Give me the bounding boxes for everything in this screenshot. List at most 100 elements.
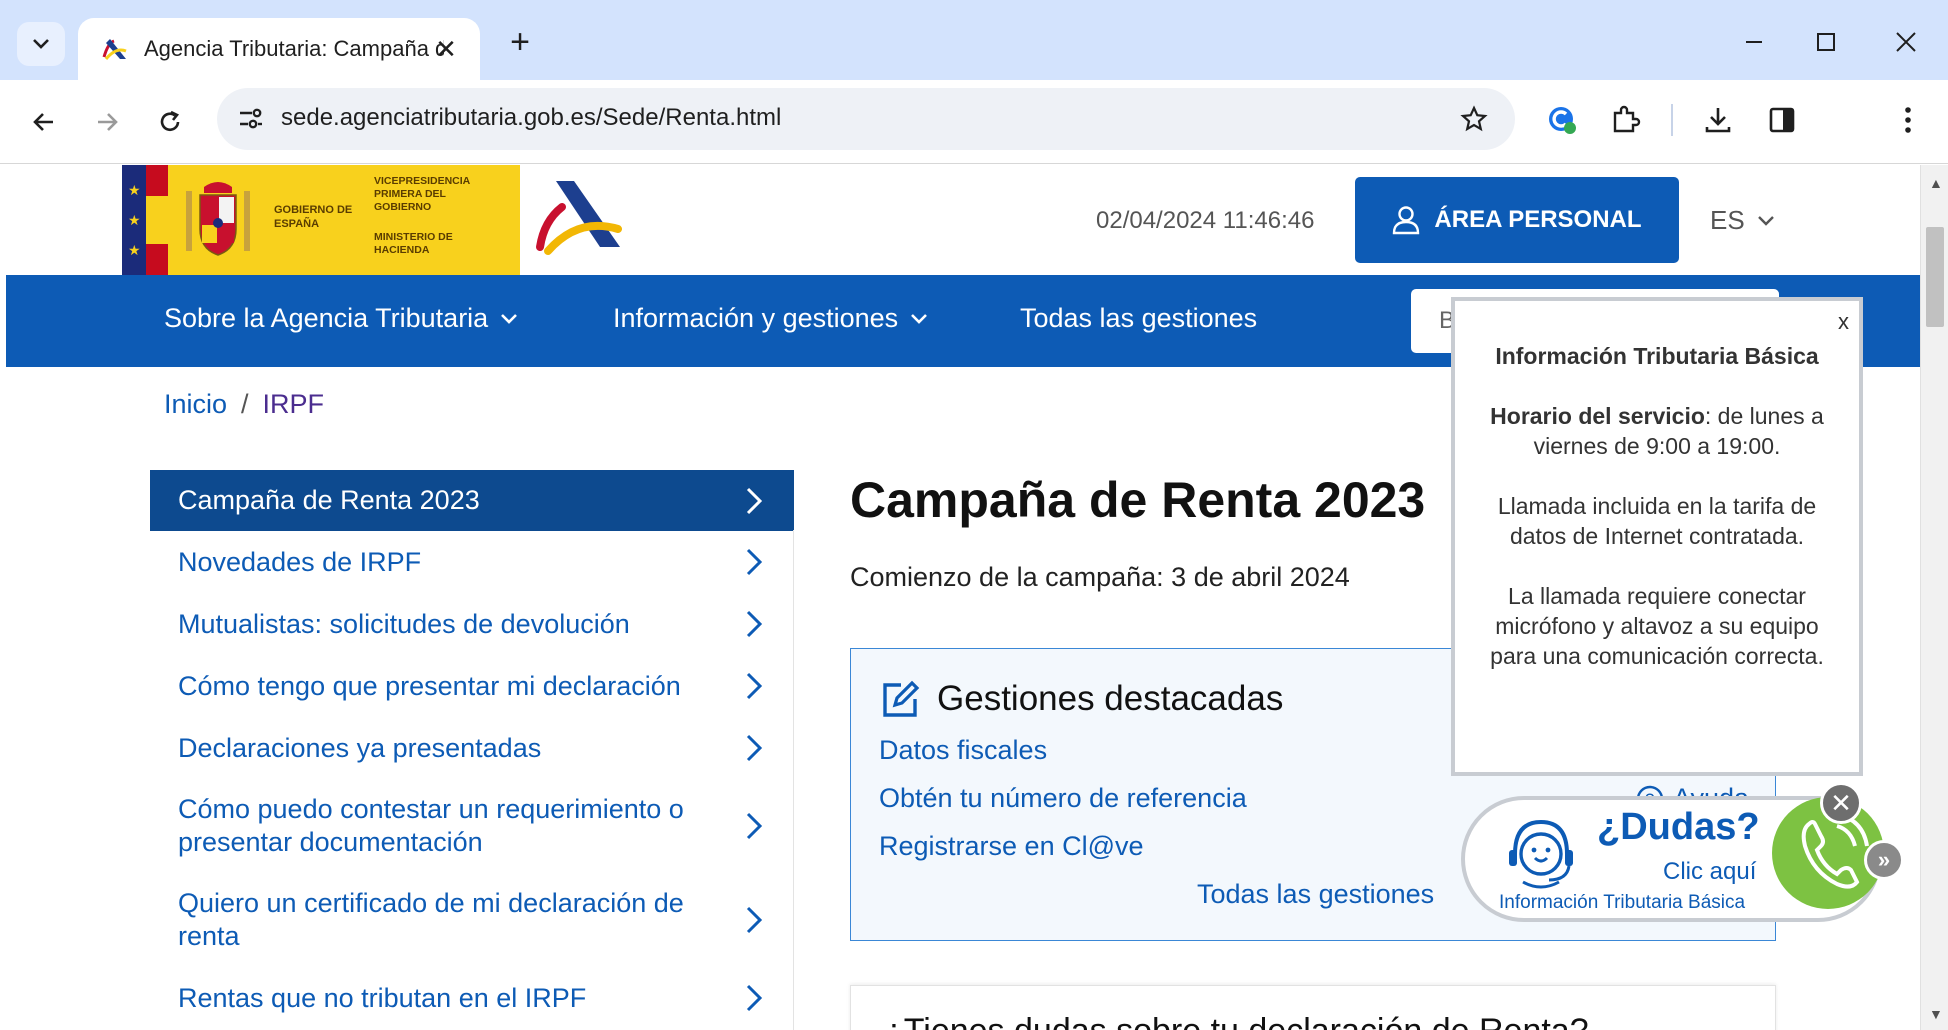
gestiones-title: Gestiones destacadas bbox=[937, 679, 1284, 718]
side-item-requerimiento[interactable]: Cómo puedo contestar un requerimiento o … bbox=[150, 779, 794, 873]
side-item-label: Quiero un certificado de mi declaración … bbox=[178, 888, 684, 951]
tab-active[interactable]: Agencia Tributaria: Campaña de ✕ bbox=[78, 18, 480, 80]
scroll-down-icon[interactable]: ▼ bbox=[1929, 1006, 1943, 1022]
side-item-label: Campaña de Renta 2023 bbox=[178, 485, 480, 515]
page-title: Campaña de Renta 2023 bbox=[850, 472, 1426, 528]
gobierno-logo[interactable]: ★ ★ ★ GOBIERNO DE ESPAÑA VICEPRESIDENCIA… bbox=[122, 165, 520, 275]
chevron-right-icon bbox=[746, 487, 763, 514]
minimize-icon[interactable] bbox=[1724, 20, 1784, 64]
edit-icon bbox=[883, 680, 920, 717]
spain-flag-stripe bbox=[146, 165, 168, 275]
todas-gestiones-link[interactable]: Todas las gestiones bbox=[1197, 879, 1434, 910]
numero-referencia-link[interactable]: Obtén tu número de referencia bbox=[879, 783, 1247, 814]
eu-flag-stripe: ★ ★ ★ bbox=[122, 165, 146, 275]
popup-title: Información Tributaria Básica bbox=[1495, 343, 1819, 369]
nav-item-label: Sobre la Agencia Tributaria bbox=[164, 303, 489, 333]
extension-c-icon[interactable] bbox=[1538, 96, 1586, 144]
language-label: ES bbox=[1710, 205, 1745, 235]
breadcrumb-current[interactable]: IRPF bbox=[263, 389, 325, 420]
side-panel-icon[interactable] bbox=[1758, 96, 1806, 144]
svg-text:★: ★ bbox=[128, 242, 141, 258]
dudas-info-text: Información Tributaria Básica bbox=[1499, 892, 1746, 913]
side-menu-divider bbox=[793, 530, 794, 1030]
new-tab-button[interactable]: + bbox=[500, 22, 540, 62]
menu-kebab-icon[interactable] bbox=[1884, 96, 1932, 144]
tab-search-button[interactable] bbox=[17, 22, 65, 66]
side-item-rentas-no-tributan[interactable]: Rentas que no tributan en el IRPF bbox=[150, 967, 794, 1029]
area-personal-label: ÁREA PERSONAL bbox=[1434, 206, 1642, 233]
side-item-como-presentar[interactable]: Cómo tengo que presentar mi declaración bbox=[150, 655, 794, 717]
dudas-title: ¿Dudas? bbox=[1597, 806, 1760, 848]
dudas-click-text: Clic aquí bbox=[1663, 858, 1757, 885]
popup-close-button[interactable]: x bbox=[1838, 307, 1849, 337]
coat-of-arms-icon bbox=[186, 182, 250, 256]
url-text[interactable]: sede.agenciatributaria.gob.es/Sede/Renta… bbox=[281, 104, 781, 132]
gobierno-text: GOBIERNO DE ESPAÑA bbox=[274, 204, 353, 230]
side-item-certificado[interactable]: Quiero un certificado de mi declaración … bbox=[150, 873, 794, 967]
toolbar-separator bbox=[1671, 104, 1673, 136]
chevron-right-icon bbox=[746, 906, 763, 934]
side-item-label: Cómo puedo contestar un requerimiento o … bbox=[178, 794, 684, 857]
page-scrollbar[interactable]: ▲ ▼ bbox=[1920, 165, 1948, 1030]
download-icon[interactable] bbox=[1694, 96, 1742, 144]
support-agent-icon bbox=[1509, 819, 1573, 889]
registrarse-clave-link[interactable]: Registrarse en Cl@ve bbox=[879, 831, 1144, 862]
chevron-right-icon bbox=[746, 734, 763, 762]
scroll-up-icon[interactable]: ▲ bbox=[1929, 175, 1943, 191]
site-info-icon[interactable] bbox=[233, 101, 269, 137]
extensions-puzzle-icon[interactable] bbox=[1602, 96, 1650, 144]
area-personal-button[interactable]: ÁREA PERSONAL bbox=[1355, 177, 1679, 263]
close-window-icon[interactable] bbox=[1876, 20, 1936, 64]
bookmark-star-icon[interactable] bbox=[1455, 100, 1493, 138]
svg-text:★: ★ bbox=[128, 212, 141, 228]
aeat-favicon-icon bbox=[102, 39, 127, 60]
side-item-label: Cómo tengo que presentar mi declaración bbox=[178, 670, 681, 701]
language-selector[interactable]: ES bbox=[1710, 205, 1775, 236]
side-item-novedades[interactable]: Novedades de IRPF bbox=[150, 531, 794, 593]
dudas-expand-button[interactable]: » bbox=[1864, 840, 1904, 880]
reload-icon[interactable] bbox=[146, 98, 194, 146]
horario-label: Horario del servicio bbox=[1490, 403, 1705, 429]
side-item-declaraciones-presentadas[interactable]: Declaraciones ya presentadas bbox=[150, 717, 794, 779]
tab-close-icon[interactable]: ✕ bbox=[432, 34, 460, 64]
faq-title: ¿Tienes dudas sobre tu declaración de Re… bbox=[883, 1012, 1589, 1030]
popup-requisitos-text: La llamada requiere conectar micrófono y… bbox=[1490, 583, 1824, 669]
chevron-right-icon bbox=[746, 548, 763, 576]
side-item-mutualistas[interactable]: Mutualistas: solicitudes de devolución bbox=[150, 593, 794, 655]
browser-tab-bar: Agencia Tributaria: Campaña de ✕ + bbox=[0, 0, 1948, 80]
vicepresidencia-text: VICEPRESIDENCIA PRIMERA DEL GOBIERNO bbox=[374, 175, 470, 213]
maximize-icon[interactable] bbox=[1796, 20, 1856, 64]
chevron-right-icon bbox=[746, 610, 763, 638]
side-item-campana-renta[interactable]: Campaña de Renta 2023 bbox=[150, 470, 794, 531]
back-icon[interactable] bbox=[20, 98, 68, 146]
popup-horario: Horario del servicio: de lunes a viernes… bbox=[1475, 401, 1839, 461]
scroll-thumb[interactable] bbox=[1926, 227, 1944, 327]
address-bar[interactable]: sede.agenciatributaria.gob.es/Sede/Renta… bbox=[217, 88, 1515, 150]
ministerio-text: MINISTERIO DE HACIENDA bbox=[374, 231, 453, 256]
chevron-right-icon bbox=[746, 812, 763, 840]
nav-todas-gestiones[interactable]: Todas las gestiones bbox=[1020, 303, 1257, 334]
side-item-label: Rentas que no tributan en el IRPF bbox=[178, 982, 587, 1013]
svg-text:★: ★ bbox=[128, 182, 141, 198]
agencia-tributaria-logo[interactable] bbox=[534, 177, 624, 263]
datos-fiscales-link[interactable]: Datos fiscales bbox=[879, 735, 1047, 766]
site-header: ★ ★ ★ GOBIERNO DE ESPAÑA VICEPRESIDENCIA… bbox=[6, 165, 1920, 275]
user-icon bbox=[1393, 206, 1420, 235]
faq-card[interactable]: ¿Tienes dudas sobre tu declaración de Re… bbox=[850, 985, 1776, 1030]
chevron-down-icon bbox=[911, 313, 928, 324]
dudas-close-button[interactable]: ✕ bbox=[1820, 782, 1862, 824]
side-menu: Campaña de Renta 2023 Novedades de IRPF … bbox=[150, 470, 794, 1029]
nav-sobre-agencia[interactable]: Sobre la Agencia Tributaria bbox=[164, 303, 518, 334]
nav-informacion-gestiones[interactable]: Información y gestiones bbox=[613, 303, 928, 334]
chevron-down-icon bbox=[1757, 215, 1774, 226]
breadcrumb-home-link[interactable]: Inicio bbox=[164, 389, 227, 420]
forward-icon[interactable] bbox=[83, 98, 131, 146]
chevron-down-icon bbox=[33, 39, 49, 49]
info-tributaria-popup: x Información Tributaria Básica Horario … bbox=[1451, 297, 1863, 776]
popup-tarifa-text: Llamada incluida en la tarifa de datos d… bbox=[1497, 493, 1817, 549]
chevron-right-icon bbox=[746, 984, 763, 1012]
chevron-right-icon bbox=[746, 672, 763, 700]
side-item-label: Declaraciones ya presentadas bbox=[178, 732, 542, 763]
campaign-start-date: Comienzo de la campaña: 3 de abril 2024 bbox=[850, 562, 1350, 592]
side-item-label: Mutualistas: solicitudes de devolución bbox=[178, 608, 630, 639]
